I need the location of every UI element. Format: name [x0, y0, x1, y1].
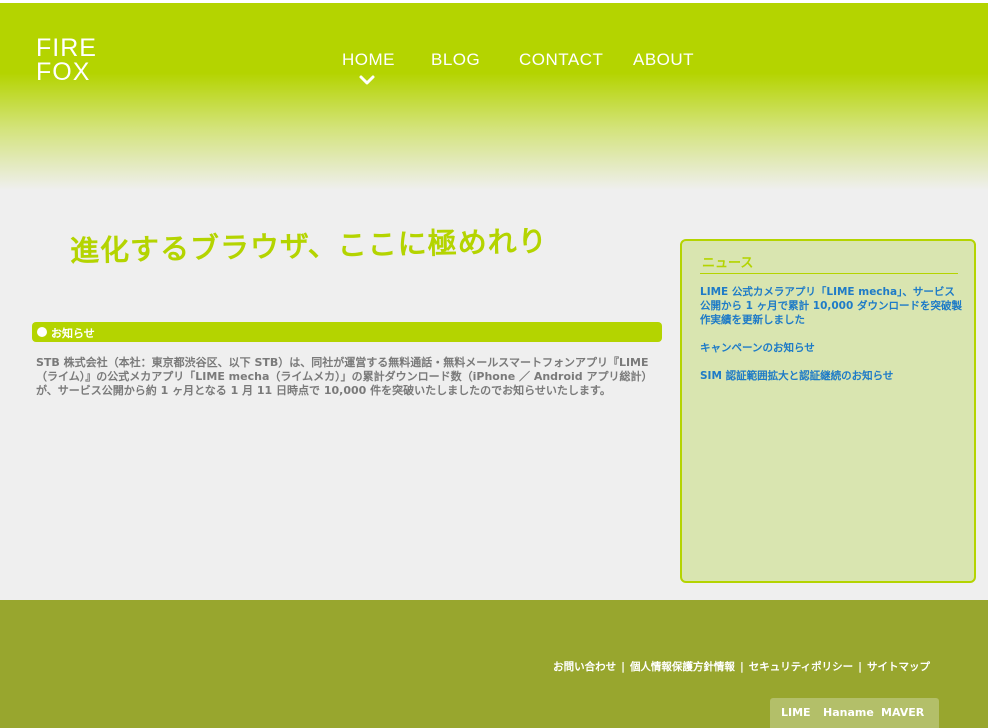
- site-footer: お問い合わせ | 個人情報保護方針情報 | セキュリティポリシー | サイトマップ LIME…: [0, 600, 988, 728]
- brand-link-maver[interactable]: MAVER: [881, 706, 924, 719]
- footer-separator: |: [621, 661, 625, 673]
- main-nav: HOME BLOG CONTACT ABOUT: [0, 50, 988, 90]
- notice-header: お知らせ: [32, 322, 662, 342]
- news-link[interactable]: キャンペーンのお知らせ: [700, 341, 962, 355]
- footer-link-security[interactable]: セキュリティポリシー: [749, 661, 853, 673]
- brand-link-haname[interactable]: Haname: [823, 706, 874, 719]
- news-title: ニュース: [702, 256, 754, 271]
- site-header: FIRE FOX HOME BLOG CONTACT ABOUT: [0, 3, 988, 190]
- news-link[interactable]: SIM 認証範囲拡大と認証継続のお知らせ: [700, 369, 962, 383]
- nav-item-home[interactable]: HOME: [342, 50, 395, 70]
- brand-bar: LIME Haname MAVER: [770, 698, 939, 728]
- news-link[interactable]: LIME 公式カメラアプリ「LIME mecha」、サービス公開から 1 ヶ月で…: [700, 285, 962, 327]
- footer-link-privacy[interactable]: 個人情報保護方針情報: [630, 661, 735, 673]
- bullet-icon: [37, 327, 47, 337]
- nav-item-contact[interactable]: CONTACT: [519, 50, 603, 70]
- footer-link-sitemap[interactable]: サイトマップ: [867, 661, 930, 673]
- notice-title: お知らせ: [51, 327, 95, 340]
- page-headline: 進化するブラウザ、ここに極めれり: [69, 223, 548, 268]
- news-divider: [700, 273, 958, 274]
- footer-links: お問い合わせ | 個人情報保護方針情報 | セキュリティポリシー | サイトマップ: [553, 659, 930, 674]
- nav-item-about[interactable]: ABOUT: [633, 50, 694, 70]
- chevron-down-icon: [359, 75, 375, 85]
- footer-link-contact[interactable]: お問い合わせ: [553, 661, 616, 673]
- notice-body: STB 株式会社（本社：東京都渋谷区、以下 STB）は、同社が運営する無料通話・…: [36, 356, 653, 397]
- footer-separator: |: [858, 661, 862, 673]
- news-panel: ニュース LIME 公式カメラアプリ「LIME mecha」、サービス公開から …: [680, 239, 976, 583]
- brand-link-lime[interactable]: LIME: [781, 706, 811, 719]
- nav-item-blog[interactable]: BLOG: [431, 50, 480, 70]
- news-list: LIME 公式カメラアプリ「LIME mecha」、サービス公開から 1 ヶ月で…: [700, 285, 962, 397]
- footer-separator: |: [739, 661, 744, 673]
